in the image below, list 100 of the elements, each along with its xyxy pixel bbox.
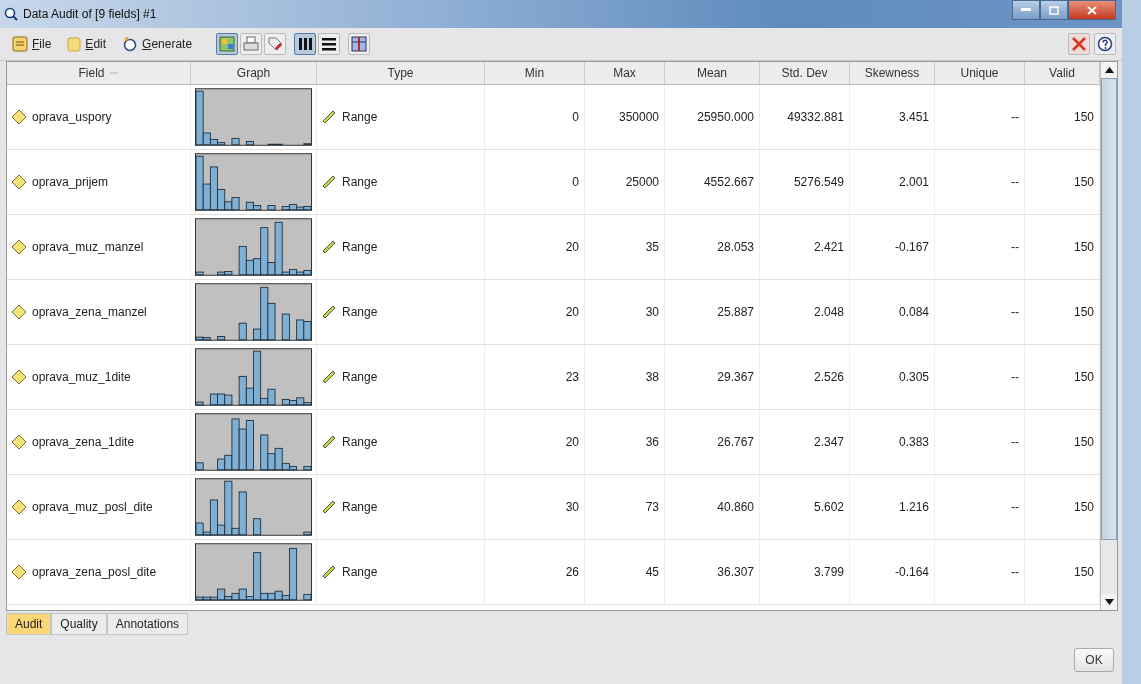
table-cell: 49332.881 (787, 110, 844, 124)
table-cell: 2.526 (813, 370, 844, 384)
table-cell: 20 (565, 435, 579, 449)
table-cell: 150 (1073, 305, 1094, 319)
table-cell: 2.048 (813, 305, 844, 319)
diamond-icon (11, 369, 27, 385)
clipboard-icon (67, 36, 82, 52)
diamond-icon (11, 239, 27, 255)
table-cell: 25950.000 (697, 110, 754, 124)
table-cell: 150 (1073, 370, 1094, 384)
table-cell: -0.164 (894, 565, 929, 579)
menu-button[interactable]: Generate (116, 34, 199, 54)
minimize-icon (1021, 8, 1031, 12)
table-cell: 0.305 (898, 370, 929, 384)
table-cell: 2.421 (813, 240, 844, 254)
diamond-icon (11, 304, 27, 320)
scroll-down-icon[interactable] (1104, 599, 1114, 605)
table-cell: 0 (572, 175, 579, 189)
table-view-button[interactable] (348, 33, 371, 55)
table-cell: 20 (565, 305, 579, 319)
table-cell: 150 (1073, 110, 1094, 124)
table-cell: 5276.549 (793, 175, 844, 189)
close-icon (1087, 5, 1097, 15)
column-header[interactable]: Field (7, 62, 191, 84)
maximize-button[interactable] (1040, 0, 1068, 20)
table-cell: 26.767 (717, 435, 754, 449)
table-cell: 29.367 (717, 370, 754, 384)
table-cell: oprava_prijem (32, 175, 109, 189)
table-cell: 38 (645, 370, 659, 384)
tag-button[interactable] (264, 33, 287, 55)
table-cell: 30 (645, 305, 659, 319)
table-cell: 150 (1073, 500, 1094, 514)
column-header[interactable]: Std. Dev (760, 62, 850, 84)
table-cell: Range (342, 110, 378, 124)
table-cell: 5.602 (813, 500, 844, 514)
table-cell: oprava_uspory (32, 110, 112, 124)
column-header[interactable]: Graph (191, 62, 317, 84)
table-cell: -- (1011, 565, 1019, 579)
table-cell: -- (1011, 240, 1019, 254)
table-cell: Range (342, 175, 378, 189)
table-cell: 35 (645, 240, 659, 254)
table-cell: -- (1011, 110, 1019, 124)
column-header[interactable]: Skewness (850, 62, 935, 84)
minimize-button[interactable] (1012, 0, 1040, 20)
ruler-icon (321, 239, 337, 255)
ruler-icon (321, 304, 337, 320)
table-cell: 73 (645, 500, 659, 514)
graph-view-button[interactable] (216, 33, 239, 55)
ruler-icon (321, 564, 337, 580)
scroll-up-icon[interactable] (1104, 67, 1114, 73)
diamond-icon (11, 174, 27, 190)
close-icon[interactable] (1068, 33, 1090, 55)
table-cell: -- (1011, 175, 1019, 189)
scrollbar[interactable] (1100, 62, 1117, 610)
table-cell: 28.053 (717, 240, 754, 254)
ruler-icon (321, 174, 337, 190)
table-cell: 3.799 (813, 565, 844, 579)
tab[interactable]: Annotations (106, 613, 189, 635)
ok-button[interactable]: OK (1074, 647, 1114, 672)
table-cell: oprava_muz_manzel (32, 240, 144, 254)
table-cell: oprava_zena_manzel (32, 305, 147, 319)
close-button[interactable] (1068, 0, 1116, 20)
table-cell: 2.001 (898, 175, 929, 189)
table-cell: 1.216 (898, 500, 929, 514)
file-icon (12, 36, 28, 52)
help-icon[interactable] (1094, 33, 1116, 55)
table-cell: 36 (645, 435, 659, 449)
ruler-icon (321, 369, 337, 385)
table-cell: oprava_muz_1dite (32, 370, 131, 384)
tab[interactable]: Audit (6, 613, 52, 635)
rows-view-button[interactable] (318, 33, 341, 55)
table-cell: -- (1011, 500, 1019, 514)
column-header[interactable]: Min (485, 62, 585, 84)
table-cell: Range (342, 435, 378, 449)
table-cell: oprava_zena_posl_dite (32, 565, 157, 579)
menu-button[interactable]: File (6, 34, 58, 54)
table-cell: 0 (572, 110, 579, 124)
table-cell: 0.084 (898, 305, 929, 319)
table-cell: 3.451 (898, 110, 929, 124)
columns-icon (297, 36, 314, 52)
table-cell: 4552.667 (703, 175, 754, 189)
table-cell: 45 (645, 565, 659, 579)
table-cell: 36.307 (717, 565, 754, 579)
print-button[interactable] (240, 33, 263, 55)
tab[interactable]: Quality (51, 613, 107, 635)
table-cell: 150 (1073, 240, 1094, 254)
table-cell: 350000 (618, 110, 659, 124)
table-cell: 40.860 (717, 500, 754, 514)
menu-button[interactable]: Edit (61, 34, 113, 54)
table-cell: -- (1011, 435, 1019, 449)
column-header[interactable]: Type (317, 62, 485, 84)
table-cell: 150 (1073, 175, 1094, 189)
column-header[interactable]: Max (585, 62, 665, 84)
columns-view-button[interactable] (294, 33, 317, 55)
diamond-icon (11, 434, 27, 450)
diamond-icon (11, 109, 27, 125)
column-header[interactable]: Mean (665, 62, 760, 84)
window-title: Data Audit of [9 fields] #1 (23, 7, 157, 21)
table-cell: 20 (565, 240, 579, 254)
column-header[interactable]: Unique (935, 62, 1025, 84)
